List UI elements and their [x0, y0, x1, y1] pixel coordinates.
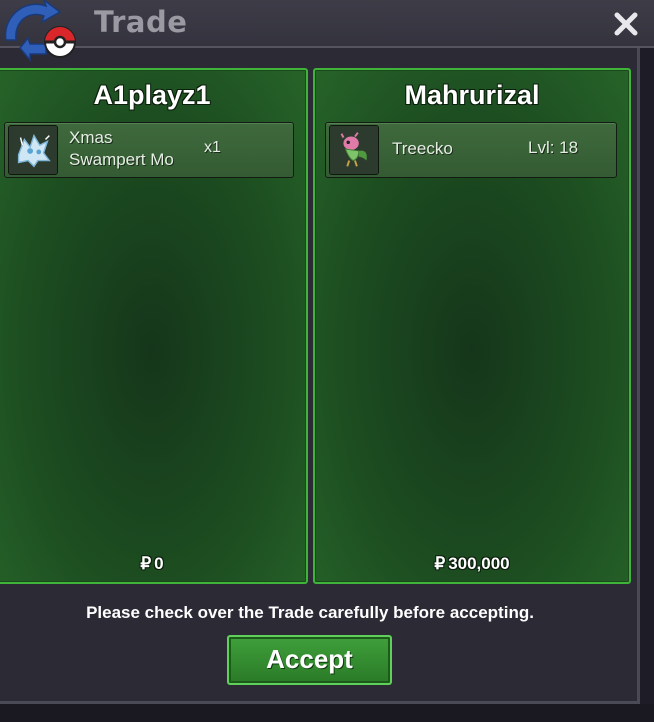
money-amount-right: 300,000 [448, 554, 510, 573]
title-bar[interactable]: Trade [0, 0, 654, 62]
item-quantity: x1 [204, 139, 221, 156]
treecko-sprite-icon [329, 125, 379, 175]
player-name-left: A1playz1 [93, 80, 211, 110]
window-title: Trade [94, 5, 188, 39]
money-offer-right: ₽300,000 [315, 554, 629, 574]
money-offer-left: ₽0 [0, 554, 306, 574]
money-amount-left: 0 [154, 554, 164, 573]
currency-symbol: ₽ [434, 554, 446, 573]
offer-item-slot-right[interactable]: Treecko Lvl: 18 [325, 122, 617, 178]
accept-button[interactable]: Accept [227, 635, 392, 685]
trade-panel-right: Mahrurizal Treecko Lvl: 18 ₽300,000 [313, 68, 631, 584]
trade-panel-left: A1playz1 Xmas Swampert Mo x1 ₽0 [0, 68, 308, 584]
swampert-sprite-icon [8, 125, 58, 175]
item-name-line2: Swampert Mo [69, 150, 174, 169]
offer-item-name-right: Treecko [392, 139, 453, 158]
currency-symbol: ₽ [140, 554, 152, 573]
window-edge-bottom [0, 704, 654, 722]
item-name-line1: Xmas [69, 128, 113, 147]
trade-notice: Please check over the Trade carefully be… [86, 603, 534, 622]
window-edge-right [640, 46, 654, 722]
offer-item-slot-left[interactable]: Xmas Swampert Mo x1 [4, 122, 294, 178]
offer-item-name-left: Xmas Swampert Mo [69, 127, 199, 171]
player-name-right: Mahrurizal [404, 80, 540, 110]
trade-arrows-pokeball-icon [4, 0, 76, 62]
close-icon[interactable] [608, 6, 644, 42]
item-level: Lvl: 18 [528, 138, 579, 157]
